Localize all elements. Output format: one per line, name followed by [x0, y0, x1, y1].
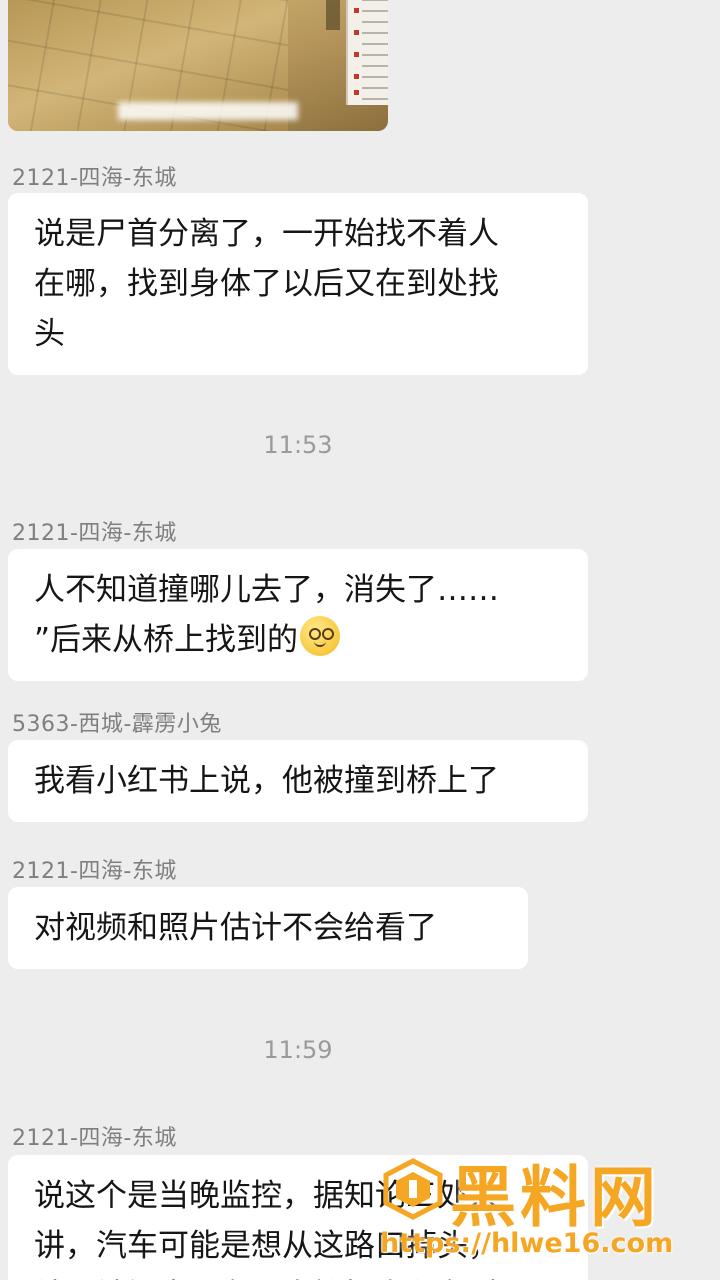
- watermark: 黑料网 https://hlwe16.com: [378, 1150, 720, 1280]
- image-message-thumbnail[interactable]: [8, 0, 388, 131]
- timestamp: 11:53: [263, 431, 333, 459]
- message-line: 头: [34, 316, 65, 352]
- message-line: 人不知道撞哪儿去了，消失了……: [34, 572, 499, 608]
- watermark-title: 黑料网: [450, 1159, 660, 1236]
- message-line: 我看小红书上说，他被撞到桥上了: [34, 763, 499, 799]
- message-line: ”后来从桥上找到的: [34, 622, 299, 658]
- message-line: 对视频和照片估计不会给看了: [34, 910, 437, 946]
- photo-blur-strip: [118, 102, 298, 120]
- message-line: 说是尸首分离了，一开始找不着人: [34, 216, 499, 252]
- watermark-logo-icon: [383, 1158, 443, 1220]
- message-line-with-emoji: ”后来从桥上找到的: [34, 615, 564, 665]
- message-bubble[interactable]: 人不知道撞哪儿去了，消失了…… ”后来从桥上找到的: [8, 549, 588, 681]
- chat-history[interactable]: 2121-四海-东城 说是尸首分离了，一开始找不着人 在哪，找到身体了以后又在到…: [0, 0, 720, 1280]
- timestamp: 11:59: [263, 1036, 333, 1064]
- photo-pole: [326, 0, 340, 30]
- grimacing-face-emoji-icon: [300, 616, 341, 656]
- message-bubble[interactable]: 对视频和照片估计不会给看了: [8, 887, 528, 969]
- sender-name: 2121-四海-东城: [12, 1126, 177, 1151]
- message-bubble[interactable]: 说是尸首分离了，一开始找不着人 在哪，找到身体了以后又在到处找 头: [8, 193, 588, 375]
- sender-name: 2121-四海-东城: [12, 521, 177, 546]
- message-bubble[interactable]: 我看小红书上说，他被撞到桥上了: [8, 740, 588, 822]
- sender-name: 5363-西城-霹雳小兔: [12, 712, 222, 737]
- watermark-url: https://hlwe16.com: [380, 1228, 674, 1259]
- message-line: 在哪，找到身体了以后又在到处找: [34, 266, 499, 302]
- photo-panel: [346, 0, 388, 105]
- sender-name: 2121-四海-东城: [12, 859, 177, 884]
- sender-name: 2121-四海-东城: [12, 166, 177, 191]
